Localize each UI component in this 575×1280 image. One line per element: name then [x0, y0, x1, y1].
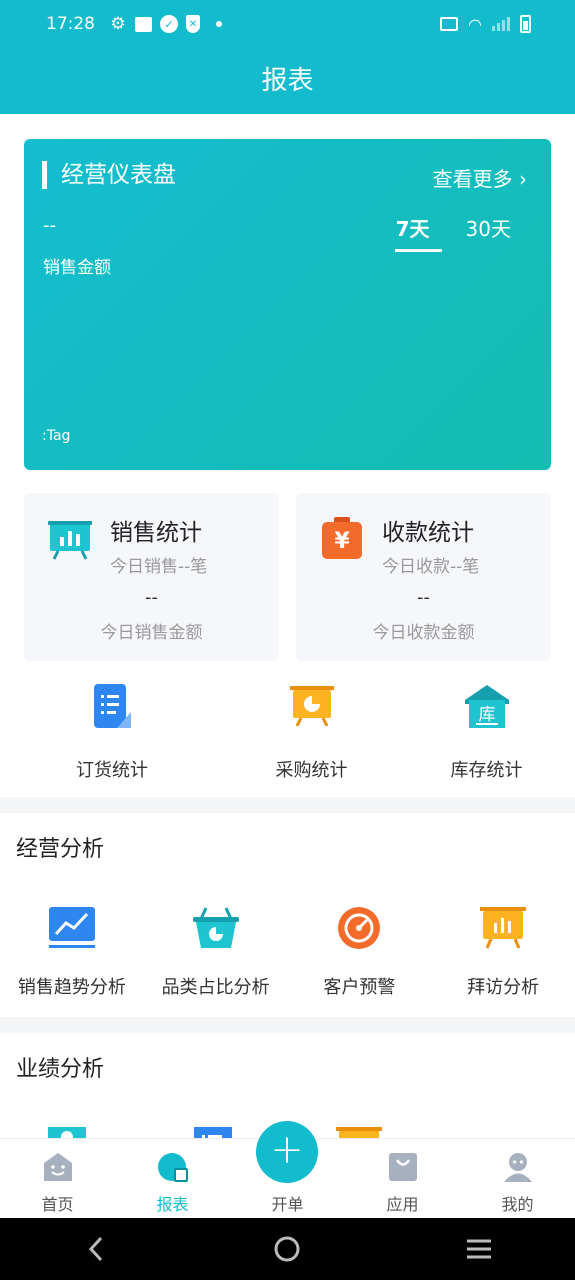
- customer-warning-item[interactable]: 客户预警: [288, 905, 432, 999]
- warehouse-icon: 库: [464, 685, 509, 728]
- tab-30-days[interactable]: 30天: [466, 213, 511, 252]
- purchase-stats-item[interactable]: 采购统计: [224, 682, 399, 782]
- sales-stat-value: --: [145, 587, 158, 608]
- purchase-stats-label: 采购统计: [275, 760, 348, 781]
- tab-mine-label: 我的: [501, 1195, 534, 1214]
- quick-stats-row: 订货统计 采购统计 库 库存统计: [0, 682, 575, 782]
- customer-warning-label: 客户预警: [323, 977, 396, 998]
- chart-board-icon: [48, 521, 92, 560]
- category-share-label: 品类占比分析: [161, 977, 270, 998]
- performance-orange-icon: [336, 1127, 382, 1138]
- mail-icon: [135, 16, 152, 32]
- wifi-icon: ◠: [468, 14, 482, 34]
- back-chevron-icon: [88, 1236, 102, 1262]
- view-more-link[interactable]: 查看更多 ›: [433, 163, 527, 192]
- order-stats-item[interactable]: 订货统计: [0, 682, 224, 782]
- sales-stat-title: 销售统计: [110, 520, 202, 546]
- notification-dot-icon: [216, 21, 222, 27]
- payment-stat-count: 今日收款--笔: [382, 557, 480, 577]
- tab-create-order-label: 开单: [271, 1195, 304, 1214]
- top-section: 经营仪表盘 查看更多 › -- 销售金额 7天 30天 :Tag 销售统计 今日…: [0, 114, 575, 797]
- visit-analysis-item[interactable]: 拜访分析: [431, 905, 575, 999]
- battery-icon: [520, 15, 531, 33]
- dashboard-title: 经营仪表盘: [42, 161, 176, 189]
- payment-stat-value: --: [417, 587, 430, 608]
- document-list-icon: [94, 684, 131, 728]
- tab-home-label: 首页: [41, 1195, 74, 1214]
- menu-icon: [467, 1239, 492, 1259]
- tab-apps-label: 应用: [386, 1195, 419, 1214]
- status-right: ◠: [440, 15, 531, 34]
- back-button[interactable]: [66, 1229, 126, 1269]
- gauge-icon: [338, 907, 381, 949]
- inventory-stats-label: 库存统计: [450, 760, 523, 781]
- home-circle-icon: [274, 1236, 300, 1262]
- shield-icon: ✕: [186, 15, 200, 33]
- signal-icon: [492, 17, 510, 31]
- yen-bag-icon: ¥: [322, 517, 362, 559]
- check-icon: ✓: [160, 15, 178, 33]
- tab-home[interactable]: 首页: [0, 1139, 115, 1218]
- tab-apps[interactable]: 应用: [345, 1139, 460, 1218]
- tab-mine[interactable]: 我的: [460, 1139, 575, 1218]
- business-analysis-title: 经营分析: [16, 837, 105, 862]
- status-bar: 17:28 ⚙ ✓ ✕ ◠: [0, 0, 575, 48]
- performance-teal-icon: [48, 1127, 86, 1138]
- sales-stat-card[interactable]: 销售统计 今日销售--笔 -- 今日销售金额: [24, 493, 279, 661]
- home-icon: [43, 1153, 72, 1181]
- bag-icon: [388, 1153, 417, 1181]
- svg-text:¥: ¥: [334, 529, 350, 554]
- menu-button[interactable]: [449, 1229, 509, 1269]
- report-icon: [157, 1153, 188, 1182]
- sales-stat-count: 今日销售--笔: [110, 557, 208, 577]
- sales-trend-item[interactable]: 销售趋势分析: [0, 905, 144, 999]
- order-stats-label: 订货统计: [76, 760, 148, 781]
- system-nav-bar: [0, 1218, 575, 1280]
- status-time: 17:28: [46, 14, 95, 34]
- profile-icon: [503, 1153, 532, 1182]
- period-tabs: 7天 30天: [394, 213, 511, 252]
- gear-icon: ⚙: [110, 14, 126, 34]
- basket-icon: [192, 907, 239, 948]
- business-analysis-grid: 销售趋势分析 品类占比分析 客户预警 拜访分析: [0, 905, 575, 999]
- sales-trend-label: 销售趋势分析: [17, 977, 126, 998]
- header: 17:28 ⚙ ✓ ✕ ◠ 报表: [0, 0, 575, 114]
- payment-stat-card[interactable]: ¥ 收款统计 今日收款--笔 -- 今日收款金额: [296, 493, 551, 661]
- trend-line-icon: [48, 907, 95, 948]
- performance-analysis-title: 业绩分析: [16, 1057, 105, 1082]
- dashboard-card[interactable]: 经营仪表盘 查看更多 › -- 销售金额 7天 30天 :Tag: [24, 139, 551, 470]
- view-more-label: 查看更多: [432, 167, 513, 191]
- inventory-stats-item[interactable]: 库 库存统计: [399, 682, 574, 782]
- bar-board-icon: [480, 907, 527, 949]
- bottom-tab-bar: 首页 报表 + 开单 应用 我的: [0, 1121, 575, 1218]
- sales-stat-label: 今日销售金额: [100, 623, 203, 643]
- plus-icon[interactable]: +: [256, 1121, 318, 1183]
- sales-amount-value: --: [43, 215, 56, 236]
- main-content[interactable]: 经营仪表盘 查看更多 › -- 销售金额 7天 30天 :Tag 销售统计 今日…: [0, 114, 575, 1138]
- page-title: 报表: [261, 66, 314, 96]
- tab-create-order[interactable]: + 开单: [230, 1121, 345, 1218]
- svg-text:库: 库: [478, 705, 495, 725]
- pie-board-icon: [289, 686, 334, 727]
- payment-stat-label: 今日收款金额: [372, 623, 475, 643]
- tab-7-days[interactable]: 7天: [394, 213, 442, 252]
- sales-amount-label: 销售金额: [43, 258, 111, 278]
- home-button[interactable]: [257, 1229, 317, 1269]
- chevron-right-icon: ›: [519, 167, 527, 191]
- chart-tag: :Tag: [42, 428, 71, 444]
- performance-blue-icon: [194, 1127, 232, 1138]
- category-share-item[interactable]: 品类占比分析: [144, 905, 288, 999]
- tab-report[interactable]: 报表: [115, 1139, 230, 1218]
- tab-report-label: 报表: [156, 1195, 189, 1214]
- vibrate-icon: [440, 17, 459, 31]
- visit-analysis-label: 拜访分析: [467, 977, 540, 998]
- payment-stat-title: 收款统计: [382, 520, 474, 546]
- business-analysis-section: 经营分析 销售趋势分析 品类占比分析 客户预警 拜访分析: [0, 813, 575, 1017]
